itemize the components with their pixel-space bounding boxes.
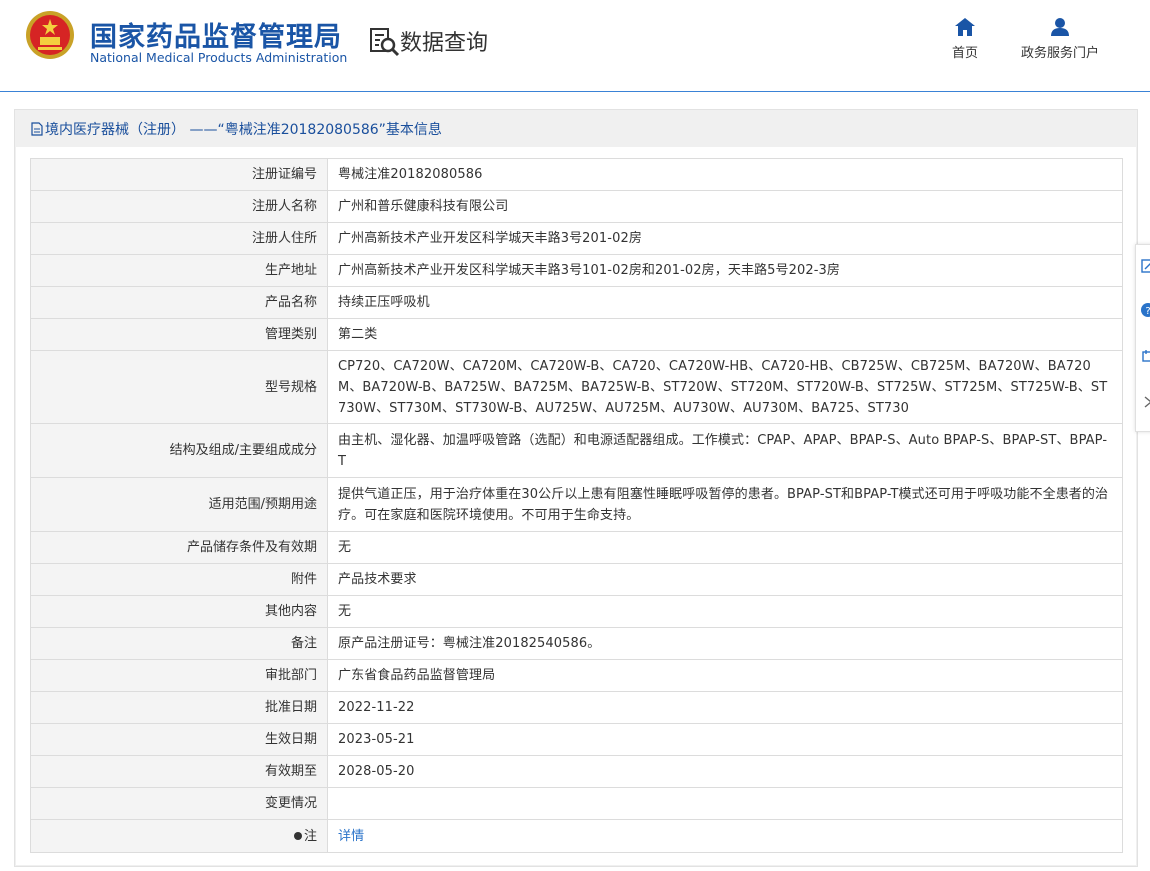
table-row: 批准日期 2022-11-22 [30, 691, 1123, 724]
note-dot-icon [293, 831, 302, 840]
document-icon [31, 122, 43, 136]
panel-body: 注册证编号 粤械注准20182080586 注册人名称 广州和普乐健康科技有限公… [16, 147, 1136, 865]
org-name-cn: 国家药品监督管理局 [90, 22, 342, 53]
row-label: 批准日期 [30, 691, 328, 724]
row-label: 备注 [30, 627, 328, 660]
user-icon [1051, 18, 1069, 36]
registration-info-table: 注册证编号 粤械注准20182080586 注册人名称 广州和普乐健康科技有限公… [30, 158, 1123, 853]
row-value: 原产品注册证号：粤械注准20182540586。 [327, 627, 1123, 660]
share-icon[interactable] [1141, 349, 1150, 363]
table-row: 有效期至 2028-05-20 [30, 755, 1123, 788]
row-value: 提供气道正压，用于治疗体重在30公斤以上患有阻塞性睡眠呼吸暂停的患者。BPAP-… [327, 477, 1123, 532]
row-label: 注册人名称 [30, 190, 328, 223]
row-value: 广州高新技术产业开发区科学城天丰路3号101-02房和201-02房，天丰路5号… [327, 254, 1123, 287]
row-label: 变更情况 [30, 787, 328, 820]
help-icon[interactable]: ? [1141, 303, 1150, 317]
table-row: 注册人名称 广州和普乐健康科技有限公司 [30, 190, 1123, 223]
table-row: 产品名称 持续正压呼吸机 [30, 286, 1123, 319]
table-row: 适用范围/预期用途 提供气道正压，用于治疗体重在30公斤以上患有阻塞性睡眠呼吸暂… [30, 477, 1123, 532]
table-row: 生产地址 广州高新技术产业开发区科学城天丰路3号101-02房和201-02房，… [30, 254, 1123, 287]
national-emblem-icon [26, 11, 74, 59]
table-row: 变更情况 [30, 787, 1123, 820]
row-label: 结构及组成/主要组成成分 [30, 423, 328, 478]
row-value: 2023-05-21 [327, 723, 1123, 756]
table-row: 生效日期 2023-05-21 [30, 723, 1123, 756]
edit-icon[interactable] [1141, 259, 1150, 273]
row-value [327, 787, 1123, 820]
floating-toolbar: ? [1135, 244, 1150, 432]
row-label-note: 注 [30, 819, 328, 853]
org-name-en: National Medical Products Administration [90, 50, 348, 65]
table-row: 结构及组成/主要组成成分 由主机、湿化器、加温呼吸管路（选配）和电源适配器组成。… [30, 423, 1123, 478]
row-value: 粤械注准20182080586 [327, 158, 1123, 191]
row-label: 附件 [30, 563, 328, 596]
row-label: 产品名称 [30, 286, 328, 319]
row-value: CP720、CA720W、CA720M、CA720W-B、CA720、CA720… [327, 350, 1123, 424]
nav-portal-label: 政务服务门户 [1021, 46, 1100, 61]
row-value: 产品技术要求 [327, 563, 1123, 596]
row-value: 无 [327, 595, 1123, 628]
header-divider [0, 91, 1150, 92]
details-link[interactable]: 详情 [338, 829, 364, 844]
table-row: 型号规格 CP720、CA720W、CA720M、CA720W-B、CA720、… [30, 350, 1123, 424]
table-row: 审批部门 广东省食品药品监督管理局 [30, 659, 1123, 692]
table-row: 附件 产品技术要求 [30, 563, 1123, 596]
panel-title: 境内医疗器械（注册） ——“粤械注准20182080586”基本信息 [31, 119, 442, 139]
table-row: 注 详情 [30, 819, 1123, 853]
row-value: 详情 [327, 819, 1123, 853]
row-value: 无 [327, 531, 1123, 564]
table-row: 其他内容 无 [30, 595, 1123, 628]
nav-gov-service-portal[interactable]: 政务服务门户 [1021, 18, 1099, 61]
section-title: 数据查询 [400, 31, 489, 56]
row-label: 适用范围/预期用途 [30, 477, 328, 532]
chevron-right-icon[interactable] [1141, 395, 1150, 409]
note-label: 注 [303, 828, 317, 844]
row-value: 第二类 [327, 318, 1123, 351]
row-value: 2022-11-22 [327, 691, 1123, 724]
table-row: 管理类别 第二类 [30, 318, 1123, 351]
row-label: 注册人住所 [30, 222, 328, 255]
row-label: 有效期至 [30, 755, 328, 788]
home-icon [955, 18, 975, 36]
row-label: 管理类别 [30, 318, 328, 351]
row-label: 型号规格 [30, 350, 328, 424]
nav-home-label: 首页 [952, 46, 979, 61]
panel-title-text: 境内医疗器械（注册） ——“粤械注准20182080586”基本信息 [45, 122, 442, 138]
data-query-icon [370, 28, 400, 57]
row-label: 注册证编号 [30, 158, 328, 191]
row-label: 审批部门 [30, 659, 328, 692]
row-value: 广州和普乐健康科技有限公司 [327, 190, 1123, 223]
table-row: 注册人住所 广州高新技术产业开发区科学城天丰路3号201-02房 [30, 222, 1123, 255]
row-label: 生效日期 [30, 723, 328, 756]
row-value: 2028-05-20 [327, 755, 1123, 788]
row-value: 广州高新技术产业开发区科学城天丰路3号201-02房 [327, 222, 1123, 255]
row-value: 由主机、湿化器、加温呼吸管路（选配）和电源适配器组成。工作模式：CPAP、APA… [327, 423, 1123, 478]
row-value: 广东省食品药品监督管理局 [327, 659, 1123, 692]
svg-text:?: ? [1145, 306, 1150, 317]
table-row: 注册证编号 粤械注准20182080586 [30, 158, 1123, 191]
nav-home[interactable]: 首页 [952, 18, 978, 61]
info-panel: 境内医疗器械（注册） ——“粤械注准20182080586”基本信息 注册证编号… [14, 109, 1138, 867]
row-label: 生产地址 [30, 254, 328, 287]
site-header: 国家药品监督管理局 National Medical Products Admi… [0, 0, 1150, 92]
row-label: 其他内容 [30, 595, 328, 628]
table-row: 产品储存条件及有效期 无 [30, 531, 1123, 564]
row-label: 产品储存条件及有效期 [30, 531, 328, 564]
table-row: 备注 原产品注册证号：粤械注准20182540586。 [30, 627, 1123, 660]
row-value: 持续正压呼吸机 [327, 286, 1123, 319]
